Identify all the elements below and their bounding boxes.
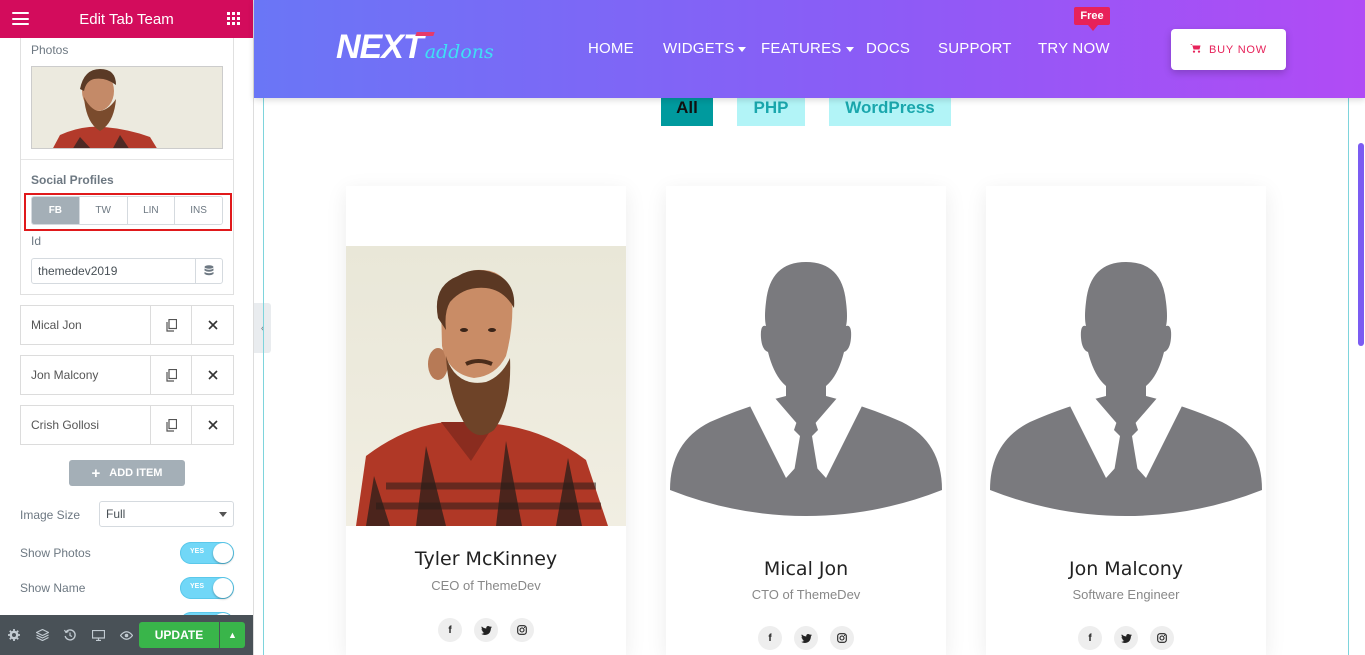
avatar-placeholder-icon	[986, 246, 1266, 526]
repeater-item-title: Jon Malcony	[21, 356, 151, 394]
editor-panel: Edit Tab Team Photos Social Profiles FB …	[0, 0, 254, 655]
duplicate-icon[interactable]	[151, 406, 192, 444]
repeater-item-title: Mical Jon	[21, 306, 151, 344]
instagram-icon[interactable]	[510, 618, 534, 642]
responsive-icon[interactable]	[84, 629, 112, 641]
repeater-item-expanded: Photos Social Profiles	[20, 38, 234, 295]
free-badge: Free	[1074, 7, 1110, 31]
nav-home[interactable]: HOME	[588, 40, 634, 57]
buy-now-button[interactable]: BUY NOW	[1171, 29, 1286, 70]
plus-icon: +	[91, 464, 101, 482]
repeater-item[interactable]: Jon Malcony	[20, 355, 234, 395]
nav-support[interactable]: SUPPORT	[938, 40, 1012, 57]
team-member-role: CEO of ThemeDev	[431, 578, 541, 593]
chevron-down-icon	[219, 512, 227, 517]
nav-widgets[interactable]: WIDGETS	[663, 40, 747, 57]
editor-title: Edit Tab Team	[79, 10, 174, 28]
id-label: Id	[31, 234, 42, 248]
social-tabs: FB TW LIN INS	[31, 196, 223, 225]
avatar-placeholder-icon	[666, 246, 946, 526]
image-size-label: Image Size	[20, 508, 81, 522]
nav-widgets-label: WIDGETS	[663, 40, 735, 57]
team-member-name: Mical Jon	[763, 558, 849, 580]
editor-header: Edit Tab Team	[0, 0, 253, 38]
duplicate-icon[interactable]	[151, 356, 192, 394]
team-card: Jon Malcony Software Engineer f	[986, 186, 1266, 655]
instagram-icon[interactable]	[830, 626, 854, 650]
widgets-grid-icon[interactable]	[227, 12, 240, 25]
buy-now-label: BUY NOW	[1209, 43, 1267, 56]
tab-fb[interactable]: FB	[32, 197, 80, 224]
section-border	[263, 98, 264, 655]
site-logo[interactable]: NEXT addons	[336, 28, 494, 68]
remove-icon[interactable]	[192, 406, 233, 444]
team-card: Tyler McKinney CEO of ThemeDev f	[346, 186, 626, 655]
team-member-photo	[346, 246, 626, 526]
photos-label: Photos	[31, 43, 69, 57]
logo-sub: addons	[424, 41, 494, 63]
show-name-toggle[interactable]: YES	[180, 577, 234, 599]
nav-docs[interactable]: DOCS	[866, 40, 910, 57]
show-name-label: Show Name	[20, 581, 86, 595]
nav-features[interactable]: FEATURES	[761, 40, 854, 57]
nav-features-label: FEATURES	[761, 40, 842, 57]
id-field-value: themedev2019	[38, 264, 118, 278]
remove-icon[interactable]	[192, 306, 233, 344]
twitter-icon[interactable]	[1114, 626, 1138, 650]
show-photos-toggle[interactable]: YES	[180, 542, 234, 564]
duplicate-icon[interactable]	[151, 306, 192, 344]
logo-main: NEXT	[336, 28, 424, 66]
hamburger-menu-icon[interactable]	[12, 12, 29, 25]
site-header: NEXT addons HOME WIDGETS FEATURES DOCS S…	[254, 0, 1365, 98]
history-icon[interactable]	[56, 629, 84, 641]
layers-icon[interactable]	[28, 629, 56, 641]
settings-icon[interactable]	[0, 629, 28, 641]
tab-ins[interactable]: INS	[175, 197, 222, 224]
id-field[interactable]: themedev2019	[31, 258, 223, 284]
team-card: Mical Jon CTO of ThemeDev f	[666, 186, 946, 655]
section-border	[1348, 98, 1349, 655]
page-scrollbar[interactable]	[1358, 143, 1364, 346]
cart-icon	[1190, 43, 1201, 56]
social-links: f	[986, 626, 1266, 650]
nav-try-now[interactable]: TRY NOW	[1038, 40, 1110, 57]
facebook-icon[interactable]: f	[1078, 626, 1102, 650]
update-button[interactable]: UPDATE	[139, 622, 219, 648]
repeater-item[interactable]: Mical Jon	[20, 305, 234, 345]
team-member-name: Tyler McKinney	[414, 548, 558, 570]
twitter-icon[interactable]	[794, 626, 818, 650]
social-links: f	[666, 626, 946, 650]
facebook-icon[interactable]: f	[758, 626, 782, 650]
team-member-role: CTO of ThemeDev	[751, 587, 861, 602]
instagram-icon[interactable]	[1150, 626, 1174, 650]
editor-footer: UPDATE ▲	[0, 615, 253, 655]
twitter-icon[interactable]	[474, 618, 498, 642]
add-item-button[interactable]: + ADD ITEM	[69, 460, 185, 486]
team-member-role: Software Engineer	[1072, 587, 1180, 602]
social-profiles-label: Social Profiles	[31, 173, 114, 187]
toggle-yes-text: YES	[190, 548, 205, 555]
team-member-name: Jon Malcony	[1069, 558, 1183, 580]
preview-icon[interactable]	[112, 630, 140, 640]
tab-lin[interactable]: LIN	[127, 197, 176, 224]
remove-icon[interactable]	[192, 356, 233, 394]
photo-thumbnail[interactable]	[31, 66, 223, 149]
social-links: f	[346, 618, 626, 642]
repeater-item[interactable]: Crish Gollosi	[20, 405, 234, 445]
facebook-icon[interactable]: f	[438, 618, 462, 642]
repeater-item-title: Crish Gollosi	[21, 406, 151, 444]
update-options-icon[interactable]: ▲	[220, 622, 245, 648]
image-size-value: Full	[106, 507, 126, 521]
tab-tw[interactable]: TW	[79, 197, 128, 224]
caret-down-icon	[845, 46, 854, 52]
toggle-yes-text: YES	[190, 583, 205, 590]
caret-down-icon	[738, 46, 747, 52]
dynamic-tags-icon[interactable]	[195, 259, 222, 283]
show-photos-label: Show Photos	[20, 546, 91, 560]
image-size-select[interactable]: Full	[99, 501, 234, 527]
add-item-label: ADD ITEM	[109, 467, 163, 479]
